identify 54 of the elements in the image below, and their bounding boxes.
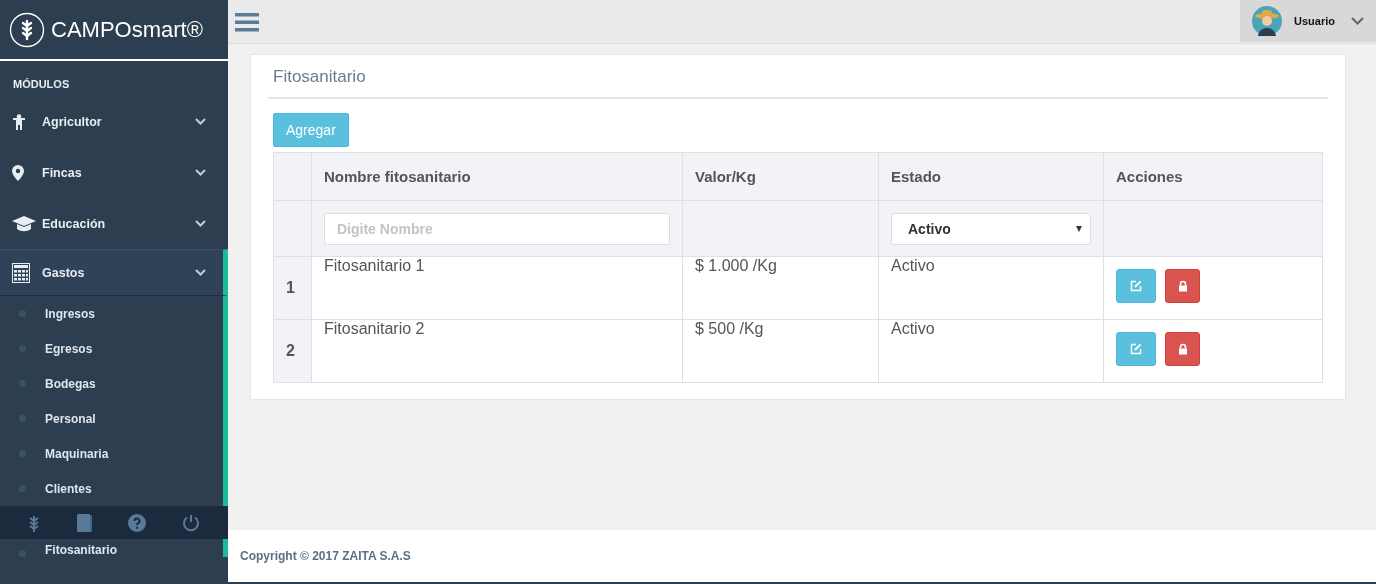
table-cell: Fitosanitario 2: [311, 319, 683, 383]
submenu-item[interactable]: Bodegas: [0, 366, 223, 401]
sidebar-item[interactable]: Fincas: [0, 147, 228, 198]
edit-button[interactable]: [1116, 332, 1156, 366]
help-icon[interactable]: [128, 513, 146, 532]
chevron-down-icon: [195, 220, 206, 227]
table-cell: Activo: [878, 319, 1104, 383]
edit-button[interactable]: [1116, 269, 1156, 303]
submenu-item[interactable]: Fitosanitario: [0, 543, 223, 557]
edit-icon: [1130, 343, 1142, 355]
lock-icon: [1177, 280, 1188, 292]
submenu-item[interactable]: Maquinaria: [0, 436, 223, 471]
lock-button[interactable]: [1165, 269, 1200, 303]
chevron-down-icon: [195, 118, 206, 125]
calculator-icon: [12, 262, 30, 283]
footer-text: Copyright © 2017 ZAITA S.A.S: [228, 530, 1376, 584]
lock-button[interactable]: [1165, 332, 1200, 366]
sidebar-item[interactable]: Gastos: [0, 249, 228, 295]
chevron-down-icon: [195, 269, 206, 276]
table-cell: Activo: [878, 256, 1104, 320]
status-dropdown[interactable]: Activo: [891, 212, 1091, 245]
brand-name: CAMPOsmart®: [51, 16, 203, 43]
avatar-icon: [1252, 6, 1282, 36]
panel-title: Fitosanitario: [268, 67, 1328, 99]
column-header: Nombre fitosanitario: [311, 152, 683, 201]
table-cell: $ 500 /Kg: [682, 319, 879, 383]
column-header: Acciones: [1103, 152, 1323, 201]
sidebar-item[interactable]: Agricultor: [0, 96, 228, 147]
submenu-item[interactable]: Personal: [0, 401, 223, 436]
section-heading: MÓDULOS: [12, 78, 71, 92]
column-header: Estado: [878, 152, 1104, 201]
lock-icon: [1177, 343, 1188, 355]
person-icon: [12, 113, 26, 130]
chevron-down-icon: [1351, 17, 1364, 25]
wheat-icon[interactable]: [28, 513, 40, 532]
row-number: 1: [273, 256, 312, 320]
menu-icon[interactable]: [235, 11, 259, 32]
name-filter-field[interactable]: Digite Nombre: [324, 212, 670, 245]
row-number: 2: [273, 319, 312, 383]
user-menu[interactable]: Usuario: [1240, 0, 1376, 42]
chevron-down-icon: [195, 169, 206, 176]
wheat-logo-icon: [9, 11, 45, 48]
book-icon[interactable]: [76, 513, 92, 532]
submenu-item[interactable]: Egresos: [0, 331, 223, 366]
map-pin-icon: [12, 164, 24, 181]
graduation-cap-icon: [12, 215, 36, 232]
sidebar-item[interactable]: Educación: [0, 198, 228, 249]
edit-icon: [1130, 280, 1142, 292]
submenu-item[interactable]: Clientes: [0, 471, 223, 506]
table-cell: $ 1.000 /Kg: [682, 256, 879, 320]
table-cell: Fitosanitario 1: [311, 256, 683, 320]
power-icon[interactable]: [182, 513, 200, 532]
submenu-item[interactable]: Ingresos: [0, 296, 223, 331]
column-header: Valor/Kg: [682, 152, 879, 201]
